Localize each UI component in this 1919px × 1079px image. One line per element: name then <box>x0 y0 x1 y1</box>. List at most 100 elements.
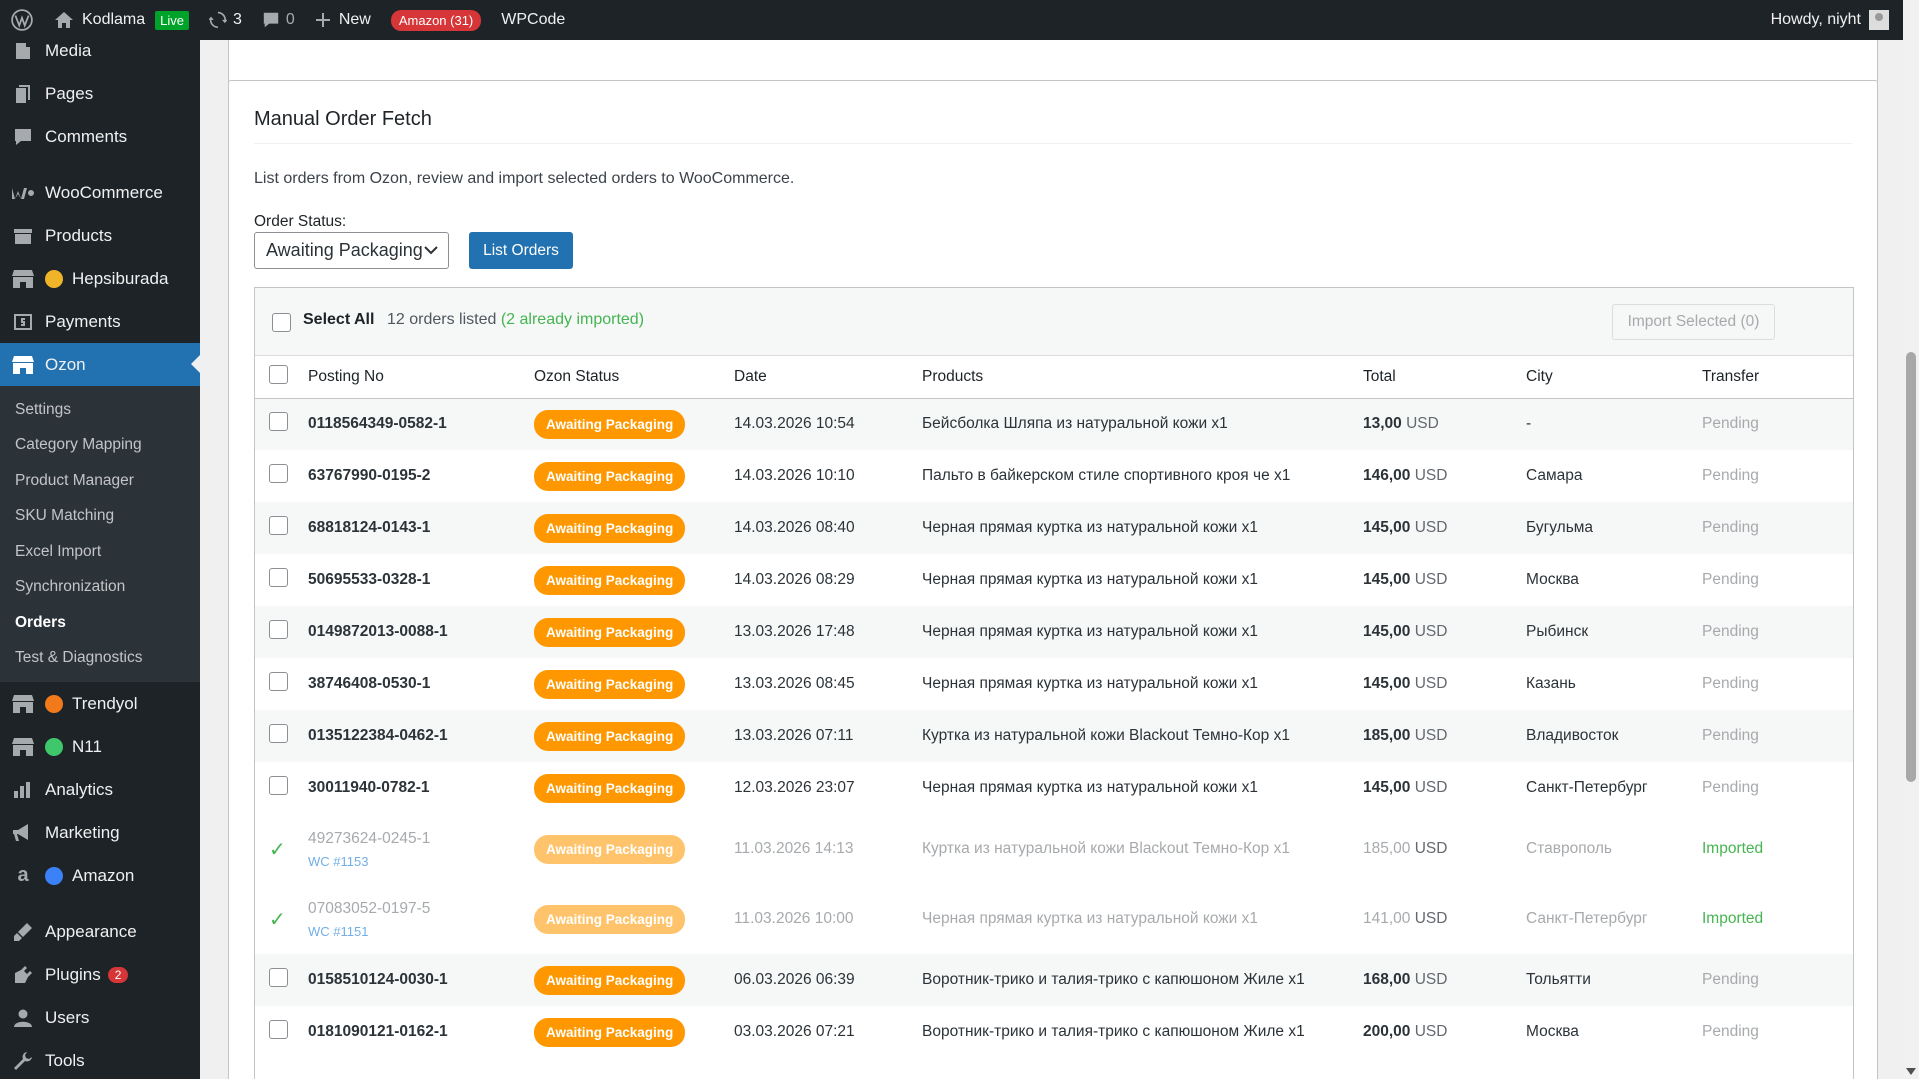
posting-number: 0118564349-0582-1 <box>308 415 447 433</box>
menu-label: Appearance <box>45 921 137 941</box>
menu-hepsiburada[interactable]: Hepsiburada <box>0 257 200 300</box>
scroll-down-arrow[interactable] <box>1906 1068 1916 1075</box>
menu-woocommerce[interactable]: WooCommerce <box>0 171 200 214</box>
row-checkbox[interactable] <box>269 412 288 432</box>
status-badge: Awaiting Packaging <box>534 1017 686 1047</box>
row-select-cell <box>255 1006 308 1058</box>
products-cell: Бейсболка Шляпа из натуральной кожи x1 <box>922 415 1228 433</box>
menu-payments[interactable]: Payments <box>0 300 200 343</box>
select-all-label[interactable]: Select All <box>303 311 374 329</box>
menu-label: Users <box>45 1007 90 1027</box>
currency: USD <box>1414 623 1448 640</box>
my-account-menu[interactable]: Howdy, niyht <box>1761 0 1903 40</box>
products-cell: Куртка из натуральной кожи Blackout Темн… <box>922 840 1290 857</box>
status-badge: Awaiting Packaging <box>534 834 686 864</box>
currency: USD <box>1414 571 1448 588</box>
tools-icon <box>14 1051 32 1070</box>
order-status-select[interactable]: Awaiting Packaging <box>254 232 449 269</box>
row-checkbox[interactable] <box>269 724 288 743</box>
header-select-checkbox[interactable] <box>269 364 288 384</box>
table-row: 0158510124-0030-1 Awaiting Packaging 06.03… <box>255 954 1853 1006</box>
new-content-menu[interactable]: New <box>305 0 381 40</box>
city-cell: Тольятти <box>1526 971 1591 988</box>
status-dot <box>45 269 63 288</box>
row-checkbox[interactable] <box>269 620 288 639</box>
table-row: 38746408-0530-1 Awaiting Packaging 13.03.2… <box>255 658 1853 710</box>
submenu-synchronization[interactable]: Synchronization <box>0 570 200 606</box>
menu-products[interactable]: Products <box>0 214 200 257</box>
amazon-menu[interactable]: Amazon (31) <box>381 0 491 40</box>
posting-number: 49273624-0245-1 <box>308 829 431 847</box>
list-orders-button[interactable]: List Orders <box>469 232 573 269</box>
transfer-status: Pending <box>1702 571 1759 588</box>
row-checkbox[interactable] <box>269 672 288 691</box>
select-all-checkbox[interactable] <box>272 313 291 332</box>
menu-n11[interactable]: N11 <box>0 725 200 768</box>
appearance-icon <box>14 922 32 941</box>
products-cell: Черная прямая куртка из натуральной кожи… <box>922 519 1258 536</box>
wpcode-menu[interactable]: WPCode <box>491 0 575 40</box>
status-cell: Awaiting Packaging <box>534 762 734 814</box>
submenu-settings[interactable]: Settings <box>0 392 200 428</box>
import-selected-button[interactable]: Import Selected (0) <box>1612 304 1775 340</box>
submenu-test-diagnostics[interactable]: Test & Diagnostics <box>0 641 200 677</box>
submenu-product-manager[interactable]: Product Manager <box>0 463 200 499</box>
total-cell: 185,00 USD <box>1363 710 1526 762</box>
menu-users[interactable]: Users <box>0 996 200 1039</box>
total-amount: 200,00 <box>1363 1023 1411 1040</box>
products-cell: Пальто в байкерском стиле спортивного кр… <box>922 467 1291 484</box>
comments-menu[interactable]: 0 <box>252 0 305 40</box>
menu-pages[interactable]: Pages <box>0 72 200 115</box>
menu-trendyol[interactable]: Trendyol <box>0 682 200 725</box>
scrollbar-thumb[interactable] <box>1906 352 1916 782</box>
menu-marketing[interactable]: Marketing <box>0 811 200 854</box>
row-checkbox[interactable] <box>269 568 288 587</box>
city-cell: Владивосток <box>1526 727 1619 744</box>
menu-appearance[interactable]: Appearance <box>0 910 200 953</box>
submenu-excel-import[interactable]: Excel Import <box>0 534 200 570</box>
menu-label: Products <box>45 225 113 245</box>
orders-toolbar: Select All 12 orders listed (2 already i… <box>255 288 1853 356</box>
products-icon <box>14 228 32 244</box>
status-cell: Awaiting Packaging <box>534 398 734 450</box>
updates-menu[interactable]: 3 <box>199 0 252 40</box>
orders-listed: 12 orders listed <box>387 311 497 328</box>
header-transfer: Transfer <box>1702 356 1853 399</box>
row-checkbox[interactable] <box>269 776 288 795</box>
menu-ozon[interactable]: Ozon <box>0 343 200 386</box>
page-scrollbar[interactable] <box>1903 0 1919 1079</box>
date-cell: 13.03.2026 17:48 <box>734 623 855 640</box>
currency: USD <box>1414 727 1448 744</box>
site-name-menu[interactable]: Kodlama Live <box>44 0 199 40</box>
status-dot <box>45 866 63 885</box>
status-cell: Awaiting Packaging <box>534 1006 734 1058</box>
total-cell: 168,00 USD <box>1363 954 1526 1006</box>
wc-order-link[interactable]: WC #1151 <box>308 924 534 939</box>
total-amount: 146,00 <box>1363 467 1411 484</box>
status-cell: Awaiting Packaging <box>534 814 734 884</box>
wp-logo-menu[interactable] <box>0 0 44 40</box>
date-cell: 03.03.2026 07:21 <box>734 1023 855 1040</box>
date-cell: 14.03.2026 10:10 <box>734 467 855 484</box>
submenu-sku-matching[interactable]: SKU Matching <box>0 499 200 535</box>
submenu-orders[interactable]: Orders <box>0 605 200 641</box>
wc-order-link[interactable]: WC #1153 <box>308 854 534 869</box>
city-cell: - <box>1526 415 1532 433</box>
menu-plugins[interactable]: Plugins 2 <box>0 953 200 996</box>
date-cell: 14.03.2026 08:29 <box>734 571 855 588</box>
store-icon <box>12 269 34 288</box>
menu-amazon[interactable]: a Amazon <box>0 854 200 897</box>
submenu-category-mapping[interactable]: Category Mapping <box>0 428 200 464</box>
plugins-icon <box>15 965 32 983</box>
row-checkbox[interactable] <box>269 968 288 987</box>
date-cell: 12.03.2026 23:07 <box>734 779 855 796</box>
menu-comments[interactable]: Comments <box>0 115 200 158</box>
menu-analytics[interactable]: Analytics <box>0 768 200 811</box>
row-checkbox[interactable] <box>269 464 288 483</box>
date-cell: 14.03.2026 08:40 <box>734 519 855 536</box>
check-icon: ✓ <box>269 838 286 861</box>
row-checkbox[interactable] <box>269 1020 288 1039</box>
menu-media[interactable]: Media <box>0 40 200 72</box>
row-checkbox[interactable] <box>269 516 288 535</box>
menu-tools[interactable]: Tools <box>0 1039 200 1079</box>
